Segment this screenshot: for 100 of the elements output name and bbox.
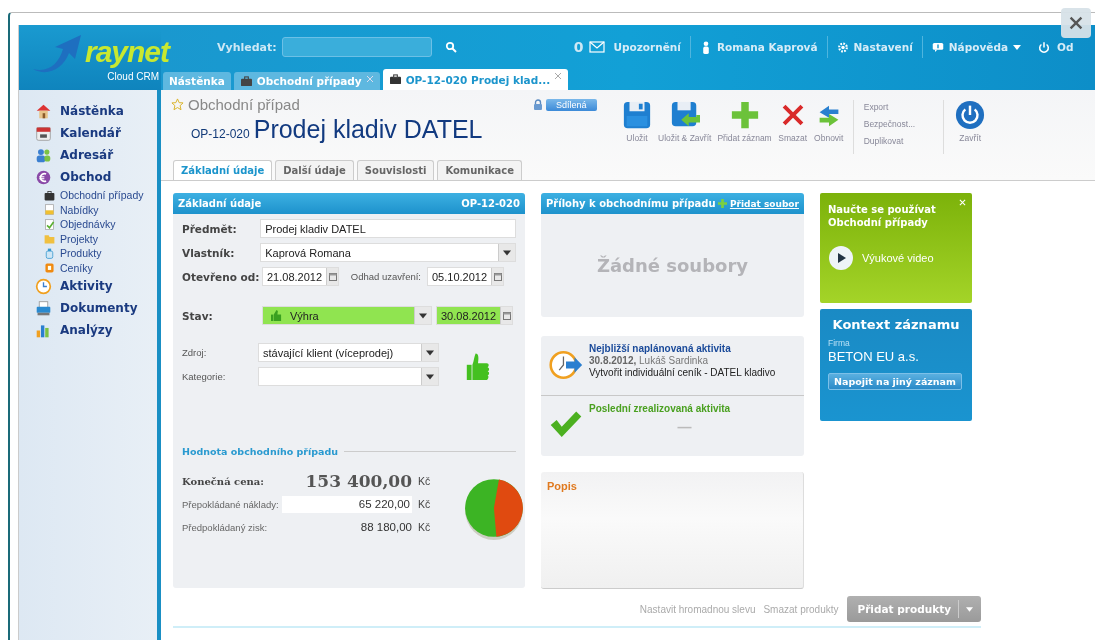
link-record-button[interactable]: Napojit na jiný záznam xyxy=(828,373,962,390)
activity-title[interactable]: Poslední zrealizovaná aktivita xyxy=(589,403,731,414)
subject-field[interactable]: Prodej kladiv DATEL xyxy=(260,219,516,238)
check-document-icon xyxy=(43,217,56,231)
tab-label: OP-12-020 Prodej klad... xyxy=(405,73,551,86)
star-icon[interactable] xyxy=(171,98,184,111)
sidebar-item[interactable]: Aktivity xyxy=(35,275,113,297)
tab[interactable]: Obchodní případy xyxy=(233,72,380,90)
toolbar-link[interactable]: Export xyxy=(863,102,916,112)
video-link[interactable]: Výukové video xyxy=(862,252,934,264)
calendar-icon[interactable] xyxy=(493,272,502,281)
calendar-icon[interactable] xyxy=(502,311,511,320)
sidebar-subitem[interactable]: Objednávky xyxy=(43,217,116,232)
activity-title[interactable]: Nejbližší naplánovaná aktivita xyxy=(589,343,776,354)
search-field[interactable] xyxy=(281,37,432,57)
plus-icon xyxy=(729,100,760,130)
toolbar-button[interactable]: Přidat záznam xyxy=(714,100,775,143)
tab-label: Obchodní případy xyxy=(256,75,362,87)
source-select[interactable]: stávající klient (víceprodej) xyxy=(258,343,439,362)
sub-tab[interactable]: Základní údaje xyxy=(173,160,273,180)
date-field[interactable]: 21.08.2012 xyxy=(262,267,339,286)
sub-tab[interactable]: Další údaje xyxy=(275,160,354,180)
caret-icon[interactable] xyxy=(426,349,434,356)
sidebar-item[interactable]: Adresář xyxy=(35,144,114,166)
toolbar-link[interactable]: Bezpečnost... xyxy=(863,119,916,129)
calendar-icon[interactable] xyxy=(328,272,337,281)
envelope-icon[interactable] xyxy=(588,41,605,53)
close-button[interactable] xyxy=(1061,8,1091,38)
sidebar-subitem[interactable]: Ceníky xyxy=(43,260,93,275)
folder-icon xyxy=(43,232,56,246)
notification-count[interactable]: 0 xyxy=(573,39,584,55)
logo-subtitle: Cloud CRM xyxy=(107,71,159,82)
sidebar-item[interactable]: Analýzy xyxy=(35,319,113,341)
tab-label: Nástěnka xyxy=(169,75,225,87)
date-field[interactable]: 05.10.2012 xyxy=(427,267,504,286)
sub-tab[interactable]: Souvislosti xyxy=(356,160,435,180)
sharing-badge[interactable]: Sdílená xyxy=(546,99,597,111)
close-icon[interactable] xyxy=(554,72,563,80)
toolbar-button[interactable]: Obnovit xyxy=(810,100,847,143)
briefcase-icon xyxy=(239,75,253,87)
search-icon[interactable] xyxy=(444,41,457,53)
add-file-link[interactable]: Přidat soubor xyxy=(729,198,799,209)
field-label: Předmět: xyxy=(182,222,238,235)
sidebar-subitem[interactable]: Produkty xyxy=(43,246,102,261)
sub-tab[interactable]: Komunikace xyxy=(437,160,523,180)
power-icon[interactable] xyxy=(1038,40,1050,54)
tag-icon xyxy=(43,261,56,275)
briefcase-icon xyxy=(43,188,56,202)
euro-icon xyxy=(35,168,52,186)
caret-icon[interactable] xyxy=(419,312,427,319)
owner-select[interactable]: Kaprová Romana xyxy=(260,243,516,262)
date-field[interactable]: 30.08.2012 xyxy=(436,306,513,325)
company-name[interactable]: BETON EU a.s. xyxy=(828,349,964,364)
calendar-icon xyxy=(35,124,52,142)
toolbar-link[interactable]: Duplikovat xyxy=(863,136,916,146)
logout-link[interactable]: Od xyxy=(1057,41,1095,53)
settings-link[interactable]: Nastavení xyxy=(853,41,913,53)
sidebar-subitem[interactable]: Obchodní případy xyxy=(43,188,144,203)
sidebar-subitem[interactable]: Nabídky xyxy=(43,202,99,217)
toolbar-button[interactable]: Smazat xyxy=(774,100,811,143)
card-title: Základní údaje xyxy=(178,198,262,209)
sidebar-subitem[interactable]: Projekty xyxy=(43,231,98,246)
context-title: Kontext záznamu xyxy=(832,317,960,332)
cost-field[interactable]: 65 220,00 xyxy=(282,495,412,513)
status-select[interactable]: Výhra xyxy=(262,306,432,325)
tab[interactable]: Nástěnka xyxy=(163,72,231,90)
home-icon xyxy=(35,102,52,120)
toolbar-button[interactable]: Uložit & Zavřít xyxy=(655,100,715,143)
tab[interactable]: OP-12-020 Prodej klad... xyxy=(382,69,569,90)
play-icon[interactable] xyxy=(828,245,854,271)
sidebar-item[interactable]: Nástěnka xyxy=(35,100,124,122)
user-link[interactable]: Romana Kaprová xyxy=(716,41,818,53)
field-label: Zdroj: xyxy=(182,347,208,358)
close-record-button[interactable]: Zavřít xyxy=(952,100,989,143)
caret-icon[interactable] xyxy=(503,249,511,256)
context-type: Firma xyxy=(828,338,851,348)
sidebar-item[interactable]: Dokumenty xyxy=(35,297,138,319)
record-code: OP-12-020 xyxy=(191,127,250,141)
add-products-button[interactable]: Přidat produkty xyxy=(846,596,981,622)
empty-value: — xyxy=(677,419,692,435)
record-type: Obchodní případ xyxy=(188,96,300,113)
product-link[interactable]: Smazat produkty xyxy=(763,603,839,615)
floppy-icon xyxy=(622,100,652,130)
sidebar-item[interactable]: Kalendář xyxy=(35,122,121,144)
notifications-link[interactable]: Upozornění xyxy=(613,41,681,53)
currency-label: Kč xyxy=(418,521,431,533)
people-icon xyxy=(35,146,52,164)
field-label: Kategorie: xyxy=(182,371,227,382)
activity-date-person: 30.8.2012, Lukáš Sardinka xyxy=(589,355,709,366)
product-link[interactable]: Nastavit hromadnou slevu xyxy=(639,603,756,615)
amount-value: 88 180,00 xyxy=(359,521,412,533)
help-link[interactable]: Nápověda xyxy=(948,41,1008,53)
clock-icon xyxy=(35,277,52,295)
field-label: Otevřeno od: xyxy=(182,270,258,283)
sidebar-item[interactable]: Obchod xyxy=(35,166,112,188)
toolbar-button[interactable]: Uložit xyxy=(619,100,655,143)
power-icon xyxy=(955,100,986,130)
thumbs-up-icon xyxy=(271,309,282,322)
help-icon xyxy=(931,40,944,54)
caret-icon[interactable] xyxy=(426,373,434,380)
